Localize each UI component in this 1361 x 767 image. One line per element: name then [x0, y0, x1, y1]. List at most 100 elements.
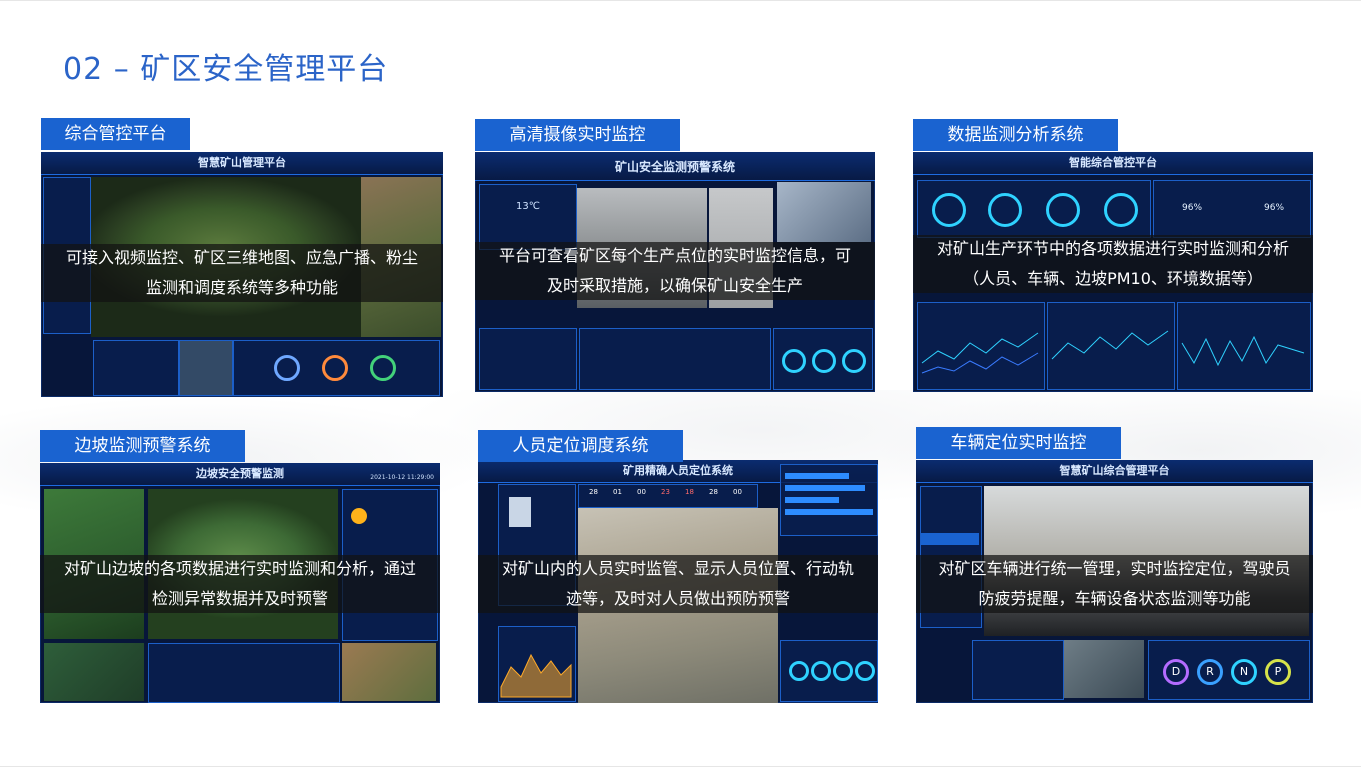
- screen-title: 智慧矿山综合管理平台: [1059, 464, 1170, 477]
- description-line-1: 对矿山生产环节中的各项数据进行实时监测和分析: [936, 239, 1289, 258]
- gear-r-button[interactable]: R: [1197, 659, 1223, 685]
- camera-panel: [179, 340, 233, 396]
- line-chart-panel: [1177, 302, 1311, 390]
- count-value: 23: [661, 488, 670, 496]
- count-value: 00: [637, 488, 646, 496]
- description-line-2: 迹等，及时对人员做出预防预警: [565, 589, 790, 608]
- progress-bar: [785, 509, 873, 515]
- screen-header: 智慧矿山综合管理平台: [916, 460, 1313, 483]
- card-description: 对矿山生产环节中的各项数据进行实时监测和分析 （人员、车辆、边坡PM10、环境数…: [927, 234, 1299, 294]
- card-label: 边坡监测预警系统: [40, 430, 245, 462]
- line-chart-panel: [917, 302, 1045, 390]
- description-line-2: （人员、车辆、边坡PM10、环境数据等）: [963, 269, 1263, 288]
- description-overlay: 对矿山边坡的各项数据进行实时监测和分析，通过 检测异常数据并及时预警: [40, 555, 440, 613]
- screen-title: 智慧矿山管理平台: [198, 156, 286, 169]
- dial-panel: [780, 640, 878, 702]
- dial-icon: [322, 355, 348, 381]
- screen-header: 边坡安全预警监测 2021-10-12 11:29:00: [40, 463, 440, 486]
- dial-icon: [782, 349, 806, 373]
- line-chart-panel: [1047, 302, 1175, 390]
- progress-bar: [785, 473, 849, 479]
- person-photo: [509, 497, 531, 527]
- gear-d-button[interactable]: D: [1163, 659, 1189, 685]
- gear-p-button[interactable]: P: [1265, 659, 1291, 685]
- progress-bar: [785, 497, 839, 503]
- screen-header: 矿山安全监测预警系统: [475, 152, 875, 181]
- ring-gauge: [988, 193, 1022, 227]
- map-thumb: [1064, 640, 1144, 698]
- screen-header: 智能综合管控平台: [913, 152, 1313, 175]
- kpi-ring-panel: [917, 180, 1151, 238]
- dial-icon: [855, 661, 875, 681]
- count-strip: 28 01 00 23 18 28 00: [578, 484, 758, 508]
- aerial-photo: [342, 643, 436, 701]
- screen-title: 矿山安全监测预警系统: [614, 160, 735, 174]
- top-border: [0, 0, 1361, 1]
- description-line-1: 对矿区车辆进行统一管理，实时监控定位，驾驶员: [938, 559, 1291, 578]
- line-chart: [1051, 330, 1169, 360]
- status-panel: [773, 328, 873, 390]
- progress-bars-panel: [780, 464, 878, 536]
- area-chart-panel: [498, 626, 576, 702]
- count-value: 28: [589, 488, 598, 496]
- alarm-list-panel: [479, 328, 577, 390]
- screen-title: 智能综合管控平台: [1069, 156, 1157, 169]
- card-label: 高清摄像实时监控: [475, 119, 680, 151]
- description-overlay: 对矿山内的人员实时监管、显示人员位置、行动轨 迹等，及时对人员做出预防预警: [478, 555, 878, 613]
- dial-icon: [842, 349, 866, 373]
- description-line-2: 及时采取措施，以确保矿山安全生产: [546, 276, 803, 295]
- description-line-1: 可接入视频监控、矿区三维地图、应急广播、粉尘: [65, 248, 418, 267]
- card-label: 车辆定位实时监控: [916, 427, 1121, 459]
- menu-item-active: [921, 533, 979, 545]
- description-line-2: 防疲劳提醒，车辆设备状态监测等功能: [978, 589, 1251, 608]
- card-description: 平台可查看矿区每个生产点位的实时监控信息，可 及时采取措施，以确保矿山安全生产: [489, 241, 861, 301]
- card-description: 对矿山内的人员实时监管、显示人员位置、行动轨 迹等，及时对人员做出预防预警: [492, 554, 864, 614]
- progress-bar: [785, 485, 865, 491]
- gear-panel: D R N P: [1148, 640, 1310, 700]
- dial-icon: [370, 355, 396, 381]
- gauge-b-readout: 96%: [1264, 203, 1285, 213]
- sun-icon: [351, 508, 367, 524]
- card-label: 综合管控平台: [41, 118, 190, 150]
- dial-icon: [274, 355, 300, 381]
- gauge-a-readout: 96%: [1182, 203, 1203, 213]
- line-chart: [1181, 335, 1305, 367]
- description-line-2: 检测异常数据并及时预警: [151, 589, 328, 608]
- dial-icon: [811, 661, 831, 681]
- ring-gauge: [1046, 193, 1080, 227]
- card-label: 人员定位调度系统: [478, 430, 683, 462]
- description-line-1: 对矿山边坡的各项数据进行实时监测和分析，通过: [63, 559, 416, 578]
- description-line-2: 监测和调度系统等多种功能: [145, 278, 338, 297]
- vehicle-info-panel: [972, 640, 1064, 700]
- gear-n-button[interactable]: N: [1231, 659, 1257, 685]
- card-description: 可接入视频监控、矿区三维地图、应急广播、粉尘 监测和调度系统等多种功能: [56, 243, 428, 303]
- description-line-1: 平台可查看矿区每个生产点位的实时监控信息，可: [498, 246, 851, 265]
- dial-icon: [833, 661, 853, 681]
- count-value: 18: [685, 488, 694, 496]
- screenshot-integrated-control: 智慧矿山管理平台 可接入视频监控、矿区三维地图、应急广播、粉尘 监测和调度系统等…: [41, 152, 443, 397]
- count-value: 00: [733, 488, 742, 496]
- count-value: 01: [613, 488, 622, 496]
- screenshot-vehicle-positioning: 智慧矿山综合管理平台 D R N P 对矿区车辆进行统一管理，实时监控定位，驾驶…: [916, 460, 1313, 703]
- description-line-1: 对矿山内的人员实时监管、显示人员位置、行动轨: [501, 559, 854, 578]
- device-table-panel: [579, 328, 771, 390]
- temperature-readout: 13℃: [516, 201, 540, 212]
- camera-thumbnails: [777, 182, 871, 242]
- dial-icon: [812, 349, 836, 373]
- card-description: 对矿山边坡的各项数据进行实时监测和分析，通过 检测异常数据并及时预警: [54, 554, 426, 614]
- description-overlay: 对矿区车辆进行统一管理，实时监控定位，驾驶员 防疲劳提醒，车辆设备状态监测等功能: [916, 555, 1313, 613]
- area-chart: [500, 653, 572, 698]
- video-panel: [93, 340, 179, 396]
- count-value: 28: [709, 488, 718, 496]
- description-overlay: 对矿山生产环节中的各项数据进行实时监测和分析 （人员、车辆、边坡PM10、环境数…: [913, 235, 1313, 293]
- line-chart: [921, 332, 1039, 374]
- dial-icon: [789, 661, 809, 681]
- description-overlay: 可接入视频监控、矿区三维地图、应急广播、粉尘 监测和调度系统等多种功能: [41, 244, 443, 302]
- description-overlay: 平台可查看矿区每个生产点位的实时监控信息，可 及时采取措施，以确保矿山安全生产: [475, 242, 875, 300]
- screenshot-slope-monitoring: 边坡安全预警监测 2021-10-12 11:29:00 对矿山边坡的各项数据进…: [40, 463, 440, 703]
- screenshot-hd-camera: 矿山安全监测预警系统 13℃ 平台可查看矿区每个生产点位的实时监控信息，可 及时…: [475, 152, 875, 392]
- alert-panel: [233, 340, 440, 396]
- data-table-panel: [148, 643, 340, 703]
- card-label: 数据监测分析系统: [913, 119, 1118, 151]
- video-thumb: [44, 643, 144, 701]
